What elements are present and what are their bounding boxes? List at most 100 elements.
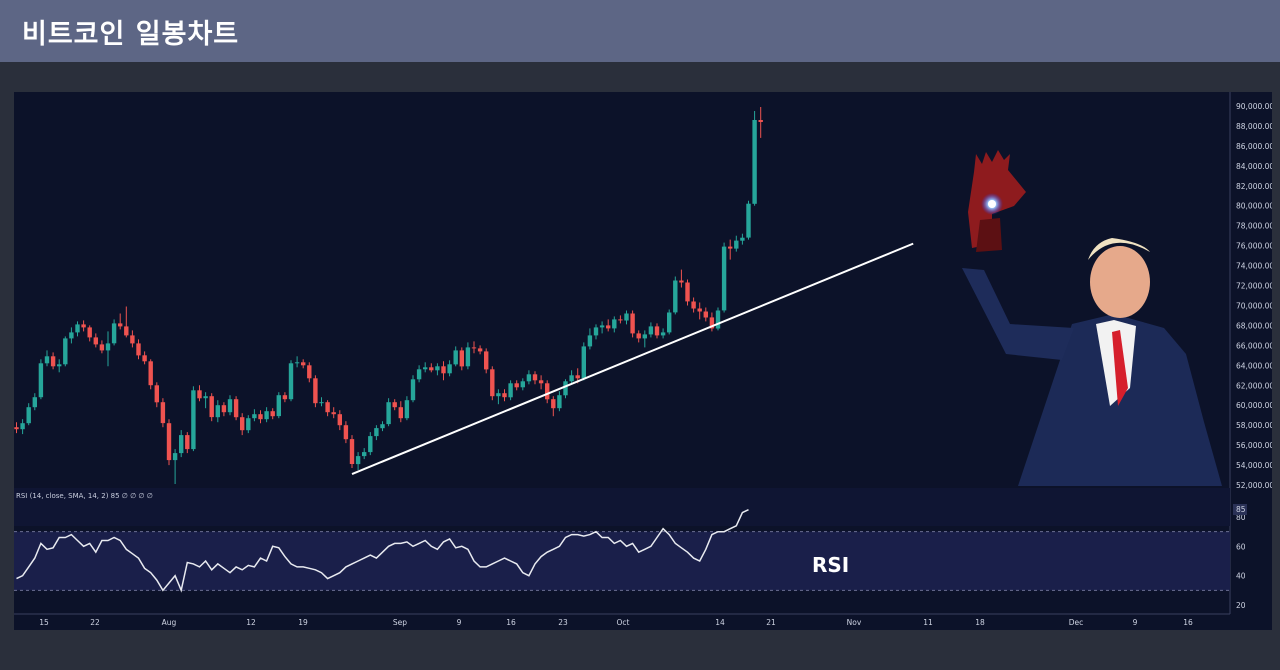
candle-body <box>545 383 550 400</box>
price-tick-label: 80,000.00 <box>1236 202 1272 211</box>
candle-body <box>636 333 641 339</box>
candle-body <box>380 424 385 429</box>
candle-body <box>301 362 306 366</box>
time-tick-label: 14 <box>715 618 725 627</box>
candle-body <box>392 402 397 408</box>
candle-body <box>484 351 489 370</box>
candle-body <box>197 390 202 399</box>
candle-body <box>57 364 62 367</box>
candle-body <box>331 412 336 415</box>
candle-body <box>490 369 495 397</box>
candle-body <box>166 423 172 461</box>
candle-body <box>319 402 324 404</box>
candle-body <box>734 240 739 249</box>
time-tick-label: Oct <box>617 618 630 627</box>
candle-body <box>398 407 403 419</box>
candle-body <box>715 310 721 329</box>
candle-body <box>752 120 757 204</box>
candle-body <box>612 319 617 329</box>
candle-body <box>654 326 660 336</box>
candle-body <box>124 326 129 336</box>
price-tick-label: 60,000.00 <box>1236 401 1272 410</box>
price-tick-label: 64,000.00 <box>1236 361 1272 370</box>
candle-body <box>520 381 525 388</box>
candle-body <box>246 418 251 431</box>
candle-body <box>172 453 178 461</box>
candle-body <box>81 324 86 328</box>
candle-body <box>313 378 318 404</box>
candle-body <box>410 379 416 401</box>
candle-body <box>63 338 68 365</box>
candle-body <box>142 355 147 362</box>
time-tick-label: 16 <box>1183 618 1193 627</box>
candle-body <box>386 402 391 425</box>
rsi-tick-label: 40 <box>1236 572 1246 581</box>
candle-body <box>349 439 355 464</box>
candle-body <box>728 246 733 249</box>
time-tick-label: Sep <box>393 618 407 627</box>
rsi-legend: RSI (14, close, SMA, 14, 2) 85 ∅ ∅ ∅ ∅ <box>16 492 153 500</box>
candle-body <box>593 327 599 336</box>
candle-body <box>14 427 19 430</box>
candle-body <box>423 367 428 370</box>
candle-body <box>697 308 702 312</box>
candle-body <box>587 335 593 347</box>
candle-body <box>758 120 763 122</box>
candle-body <box>185 435 190 450</box>
candle-body <box>32 397 37 408</box>
page-title: 비트코인 일봉차트 <box>22 19 240 50</box>
time-tick-label: 15 <box>39 618 49 627</box>
time-tick-label: Aug <box>162 618 177 627</box>
candle-body <box>642 334 647 339</box>
candle-body <box>703 311 708 318</box>
time-tick-label: Nov <box>847 618 862 627</box>
candle-body <box>538 380 544 384</box>
candle-body <box>435 366 440 371</box>
candle-body <box>69 332 74 339</box>
candle-body <box>477 348 483 352</box>
price-tick-label: 66,000.00 <box>1236 341 1272 350</box>
candle-body <box>374 428 379 437</box>
candle-body <box>282 395 288 400</box>
candle-body <box>160 402 166 424</box>
candle-body <box>563 381 568 396</box>
candle-body <box>258 414 263 420</box>
candle-body <box>118 323 123 327</box>
candle-body <box>453 350 458 365</box>
candle-body <box>288 363 294 400</box>
time-tick-label: 18 <box>975 618 985 627</box>
time-tick-label: 9 <box>1133 618 1138 627</box>
candle-body <box>447 364 452 374</box>
candle-body <box>209 396 214 418</box>
chart-panel: 52,000.00 54,000.00 56,000.00 58,000.00 60,0… <box>14 92 1272 630</box>
time-tick-label: 22 <box>90 618 100 627</box>
candle-body <box>99 344 105 351</box>
price-tick-label: 70,000.00 <box>1236 302 1272 311</box>
price-chart[interactable]: 52,000.00 54,000.00 56,000.00 58,000.00 60,0… <box>14 92 1272 630</box>
candle-body <box>75 324 80 333</box>
price-tick-label: 88,000.00 <box>1236 122 1272 131</box>
candle-body <box>496 393 501 397</box>
price-tick-label: 54,000.00 <box>1236 461 1272 470</box>
rsi-tick-label: 60 <box>1236 542 1246 551</box>
candle-body <box>673 280 678 313</box>
candle-body <box>221 405 227 413</box>
candle-body <box>26 407 31 424</box>
candle-body <box>87 327 92 338</box>
time-tick-label: 23 <box>558 618 568 627</box>
price-tick-label: 62,000.00 <box>1236 381 1272 390</box>
candle-body <box>721 246 727 311</box>
price-tick-label: 76,000.00 <box>1236 242 1272 251</box>
price-tick-label: 68,000.00 <box>1236 321 1272 330</box>
candle-body <box>606 325 611 329</box>
candle-body <box>191 390 196 450</box>
candle-body <box>557 395 562 409</box>
candle-body <box>514 383 519 388</box>
rsi-band <box>14 531 1230 591</box>
candle-body <box>441 366 446 374</box>
candle-body <box>44 356 50 364</box>
header-bar: 비트코인 일봉차트 <box>0 0 1280 62</box>
candle-body <box>368 436 373 453</box>
rsi-tick-label: 20 <box>1236 601 1246 610</box>
price-tick-label: 58,000.00 <box>1236 421 1272 430</box>
